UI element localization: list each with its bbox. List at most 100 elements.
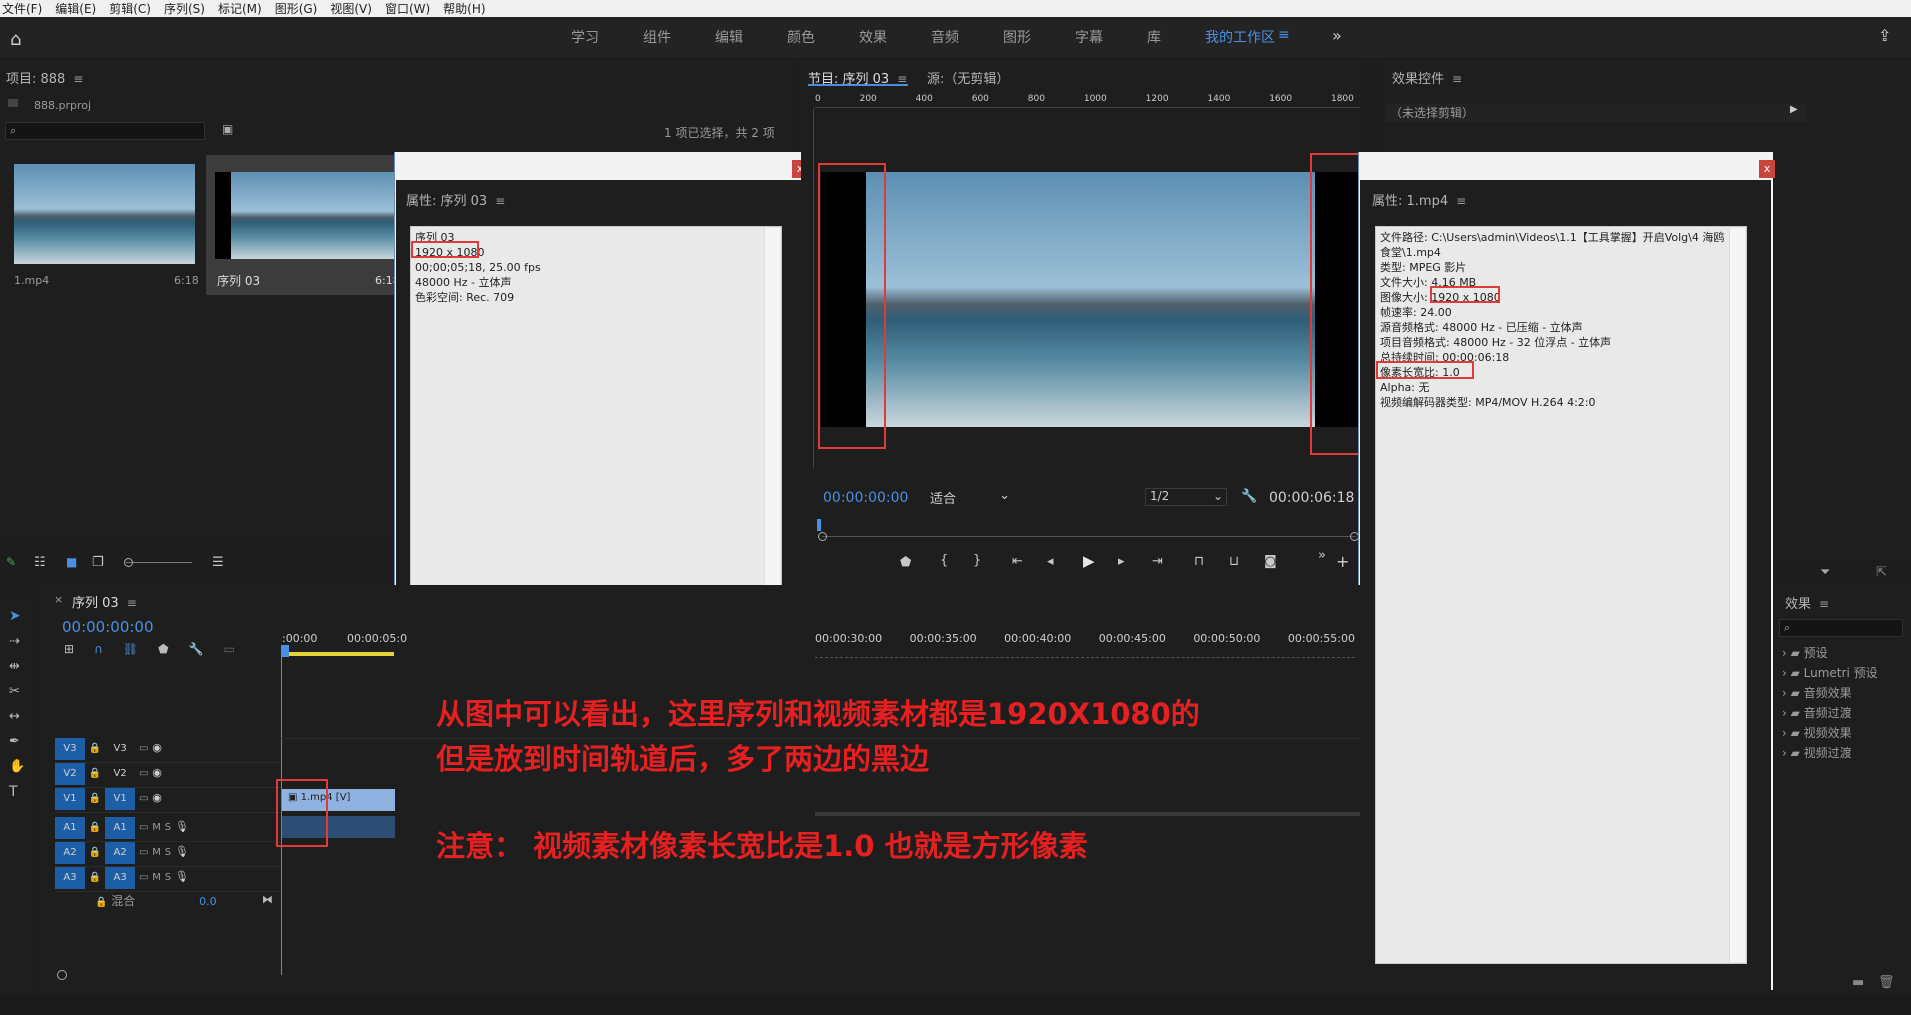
- clip-thumbnail[interactable]: [14, 164, 195, 264]
- tab-effects[interactable]: 效果: [859, 27, 887, 47]
- menu-help[interactable]: 帮助(H): [443, 0, 485, 17]
- effects-item[interactable]: › ▰ 音频过渡: [1782, 703, 1907, 723]
- mix-end-icon[interactable]: ⧓: [262, 893, 273, 906]
- home-icon[interactable]: ⌂: [10, 29, 21, 50]
- more-workspaces-icon[interactable]: »: [1332, 26, 1342, 45]
- scrub-bar[interactable]: [822, 536, 1356, 537]
- zoom-slider-handle[interactable]: [124, 558, 133, 567]
- track-label[interactable]: V2: [105, 763, 135, 785]
- source-patch[interactable]: V3: [55, 738, 85, 760]
- trash-icon[interactable]: 🗑: [1878, 975, 1895, 990]
- menu-view[interactable]: 视图(V): [330, 0, 372, 17]
- step-forward-icon[interactable]: ▸: [1118, 554, 1125, 569]
- ripple-edit-tool-icon[interactable]: ⇹: [9, 659, 34, 674]
- sync-icon[interactable]: ▭: [139, 743, 148, 754]
- zoom-slider[interactable]: [126, 562, 192, 563]
- timeline-zoom-handle[interactable]: [57, 970, 67, 980]
- mute-button[interactable]: M: [152, 847, 161, 858]
- export-icon[interactable]: ⇱: [1876, 565, 1887, 580]
- track-label[interactable]: A3: [105, 867, 136, 889]
- expand-icon[interactable]: ▶: [1790, 104, 1798, 115]
- selection-tool-icon[interactable]: ➤: [9, 608, 34, 624]
- tab-audio[interactable]: 音频: [931, 27, 959, 47]
- sort-icon[interactable]: ☰: [212, 555, 224, 570]
- mark-out-icon[interactable]: }: [973, 553, 981, 568]
- share-icon[interactable]: ⇪: [1878, 26, 1891, 45]
- new-folder-icon[interactable]: ▬: [1852, 975, 1864, 990]
- timeline-timecode[interactable]: 00:00:00:00: [62, 618, 154, 636]
- sync-icon[interactable]: ▭: [139, 847, 148, 858]
- track-label[interactable]: V1: [105, 788, 136, 810]
- microphone-icon[interactable]: 🎙: [175, 845, 189, 858]
- effects-item[interactable]: › ▰ 视频过渡: [1782, 743, 1907, 763]
- project-search-input[interactable]: ⌕: [5, 122, 205, 140]
- lock-icon[interactable]: 🔒: [89, 872, 101, 883]
- list-view-icon[interactable]: ☷: [34, 555, 46, 570]
- tab-color[interactable]: 颜色: [787, 27, 815, 47]
- eye-icon[interactable]: ◉: [152, 766, 162, 779]
- lock-icon[interactable]: 🔒: [89, 793, 101, 804]
- menu-icon[interactable]: ≡: [73, 72, 83, 86]
- slip-tool-icon[interactable]: ↔: [9, 709, 34, 724]
- sync-icon[interactable]: ▭: [139, 872, 148, 883]
- go-to-out-icon[interactable]: ⇥: [1152, 554, 1163, 569]
- track-label[interactable]: A2: [105, 842, 136, 864]
- source-patch[interactable]: A2: [55, 842, 85, 864]
- workspace-menu-icon[interactable]: ≡: [1278, 27, 1290, 43]
- mix-value[interactable]: 0.0: [199, 895, 217, 908]
- tab-captions[interactable]: 字幕: [1075, 27, 1103, 47]
- scrollbar[interactable]: [1729, 228, 1745, 962]
- track-label[interactable]: V3: [105, 738, 135, 760]
- mute-button[interactable]: M: [152, 872, 161, 883]
- menu-marker[interactable]: 标记(M): [218, 0, 262, 17]
- button-editor-icon[interactable]: +: [1336, 552, 1349, 571]
- play-icon[interactable]: ▶: [1083, 552, 1095, 570]
- razor-tool-icon[interactable]: ✂: [9, 684, 34, 699]
- source-tab[interactable]: 源:（无剪辑）: [927, 68, 1009, 87]
- solo-button[interactable]: S: [165, 872, 171, 883]
- effects-item[interactable]: › ▰ 音频效果: [1782, 683, 1907, 703]
- menu-icon[interactable]: ≡: [1819, 597, 1829, 611]
- lock-icon[interactable]: 🔒: [89, 743, 101, 754]
- tab-my-workspace[interactable]: 我的工作区: [1205, 27, 1275, 47]
- sync-icon[interactable]: ▭: [139, 793, 148, 804]
- lock-icon[interactable]: 🔒: [89, 768, 101, 779]
- menu-graphics[interactable]: 图形(G): [275, 0, 318, 17]
- go-to-in-icon[interactable]: ⇤: [1012, 554, 1023, 569]
- eye-icon[interactable]: ◉: [152, 741, 162, 754]
- menu-clip[interactable]: 剪辑(C): [109, 0, 151, 17]
- fit-select[interactable]: 适合 ⌄: [930, 488, 1010, 507]
- menu-edit[interactable]: 编辑(E): [55, 0, 96, 17]
- solo-button[interactable]: S: [165, 822, 171, 833]
- pencil-icon[interactable]: ✎: [6, 555, 16, 569]
- export-frame-icon[interactable]: ◙: [1264, 554, 1277, 569]
- hand-tool-icon[interactable]: ✋: [9, 759, 34, 774]
- extract-icon[interactable]: ⊔: [1229, 554, 1239, 569]
- pen-tool-icon[interactable]: ✒: [9, 734, 34, 749]
- settings-icon[interactable]: 🔧: [189, 642, 204, 656]
- freeform-view-icon[interactable]: ❐: [92, 555, 104, 570]
- tab-libraries[interactable]: 库: [1147, 27, 1161, 47]
- new-bin-icon[interactable]: ▣: [222, 122, 233, 136]
- work-area-bar[interactable]: [281, 652, 394, 656]
- filter-icon[interactable]: ⏷: [1820, 565, 1830, 580]
- effects-search-input[interactable]: ⌕: [1779, 619, 1903, 637]
- effects-item[interactable]: › ▰ 预设: [1782, 643, 1907, 663]
- solo-button[interactable]: S: [165, 847, 171, 858]
- playhead-marker[interactable]: [281, 645, 289, 657]
- source-patch[interactable]: A3: [55, 867, 85, 889]
- microphone-icon[interactable]: 🎙: [175, 820, 189, 833]
- menu-icon[interactable]: ≡: [495, 194, 505, 208]
- zoom-handle-left[interactable]: [818, 532, 827, 541]
- snap-icon[interactable]: ∩: [94, 642, 103, 656]
- menu-window[interactable]: 窗口(W): [385, 0, 430, 17]
- playhead[interactable]: [817, 519, 821, 531]
- source-patch[interactable]: V1: [55, 788, 85, 810]
- icon-view-icon[interactable]: ■: [66, 555, 77, 569]
- tab-learn[interactable]: 学习: [571, 27, 599, 47]
- eye-icon[interactable]: ◉: [152, 791, 162, 804]
- effects-item[interactable]: › ▰ Lumetri 预设: [1782, 663, 1907, 683]
- lock-icon[interactable]: 🔒: [89, 847, 101, 858]
- linked-selection-icon[interactable]: ⛓: [123, 642, 138, 656]
- captions-icon[interactable]: ▭: [223, 642, 234, 656]
